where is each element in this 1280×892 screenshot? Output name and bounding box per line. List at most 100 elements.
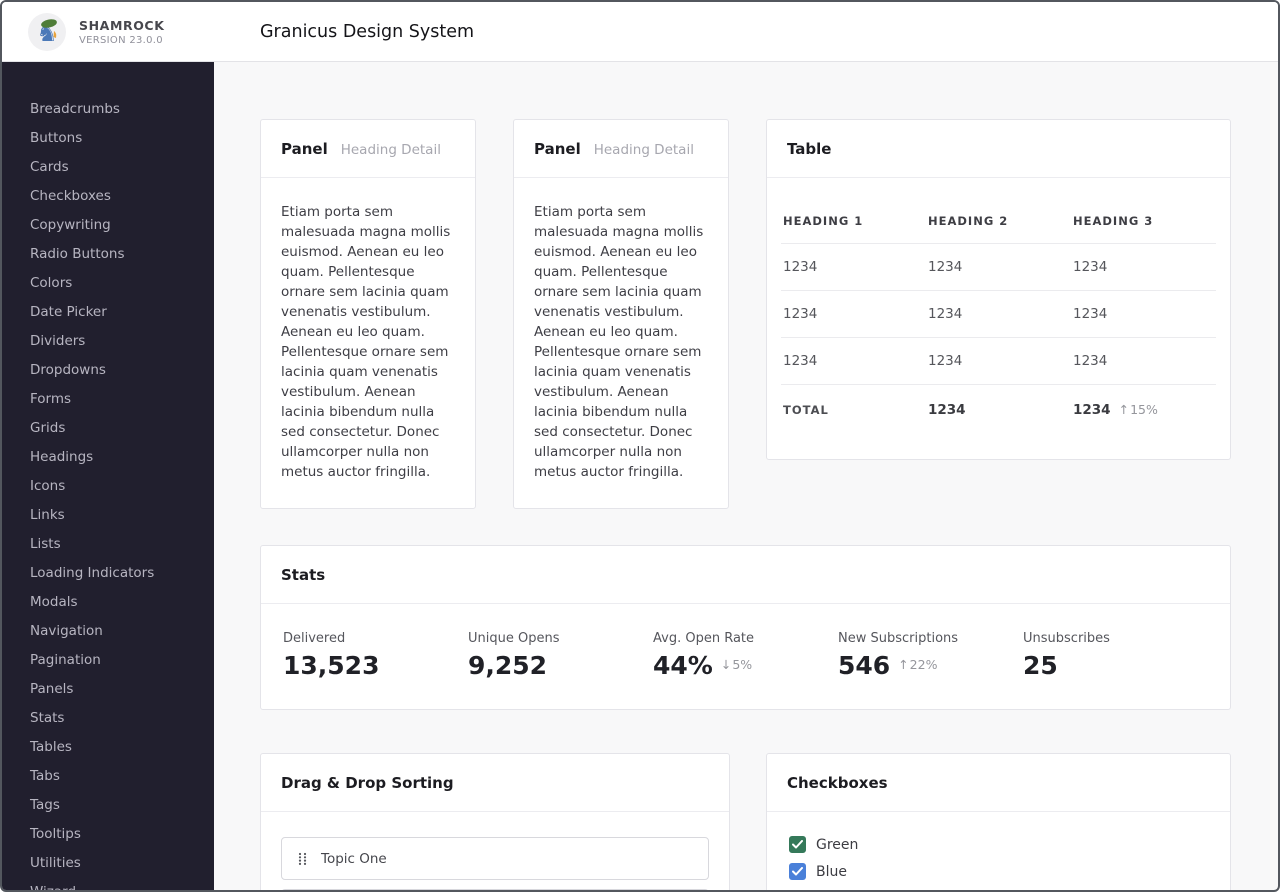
- table-total-col3: 1234: [1073, 402, 1111, 418]
- sidebar-item-modals[interactable]: Modals: [2, 588, 214, 617]
- down-arrow-icon: ↓: [720, 657, 732, 673]
- stat-avg-open-rate: Avg. Open Rate 44% ↓5%: [653, 631, 838, 678]
- checkbox-label: Blue: [816, 863, 847, 880]
- dragdrop-card: Drag & Drop Sorting Topic One: [260, 753, 730, 890]
- table-cell: 1234: [926, 337, 1071, 385]
- up-arrow-icon: ↑: [898, 657, 909, 673]
- sidebar-item-colors[interactable]: Colors: [2, 269, 214, 298]
- brand-area[interactable]: ♞ SHAMROCK VERSION 23.0.0: [2, 12, 214, 51]
- panel-2-subtitle: Heading Detail: [593, 142, 694, 158]
- checkbox-checked-icon[interactable]: [789, 863, 806, 880]
- sidebar-item-breadcrumbs[interactable]: Breadcrumbs: [2, 95, 214, 124]
- sidebar-item-buttons[interactable]: Buttons: [2, 124, 214, 153]
- panel-2-title: Panel: [534, 140, 581, 158]
- sidebar-item-lists[interactable]: Lists: [2, 530, 214, 559]
- sidebar-item-grids[interactable]: Grids: [2, 414, 214, 443]
- table-card-header: Table: [767, 120, 1230, 178]
- stat-number: 13,523: [283, 651, 380, 680]
- sidebar-item-dividers[interactable]: Dividers: [2, 327, 214, 356]
- sidebar-item-stats[interactable]: Stats: [2, 704, 214, 733]
- checkboxes-card-header: Checkboxes: [767, 754, 1230, 812]
- stat-delta: ↓5%: [721, 659, 752, 672]
- table-cell: 1234: [1071, 337, 1216, 385]
- table-row: 1234 1234 1234: [781, 337, 1216, 385]
- sidebar-item-forms[interactable]: Forms: [2, 385, 214, 414]
- sidebar-item-icons[interactable]: Icons: [2, 472, 214, 501]
- sidebar-item-checkboxes[interactable]: Checkboxes: [2, 182, 214, 211]
- app-window: ♞ SHAMROCK VERSION 23.0.0 Granicus Desig…: [0, 0, 1280, 892]
- panel-card-2: Panel Heading Detail Etiam porta sem mal…: [513, 119, 729, 509]
- sidebar-item-tables[interactable]: Tables: [2, 733, 214, 762]
- checkbox-blue[interactable]: Blue: [789, 863, 1208, 880]
- sidebar-item-dropdowns[interactable]: Dropdowns: [2, 356, 214, 385]
- table-card-title: Table: [787, 140, 832, 158]
- dragdrop-item-topic-one[interactable]: Topic One: [281, 837, 709, 880]
- sidebar-item-links[interactable]: Links: [2, 501, 214, 530]
- page-title: Granicus Design System: [260, 21, 475, 42]
- topic-label: Topic One: [321, 850, 387, 867]
- stat-value: 13,523: [283, 653, 468, 678]
- stat-delta-value: 5%: [732, 657, 753, 673]
- stat-unsubscribes: Unsubscribes 25: [1023, 631, 1208, 678]
- checkboxes-body: Green Blue Black Check: [767, 812, 1230, 890]
- panel-1-body: Etiam porta sem malesuada magna mollis e…: [281, 204, 451, 480]
- data-table: HEADING 1 HEADING 2 HEADING 3 1234 1234 …: [781, 200, 1216, 433]
- brand-text: SHAMROCK VERSION 23.0.0: [79, 18, 165, 46]
- up-arrow-icon: ↑: [1118, 402, 1130, 417]
- sidebar-item-navigation[interactable]: Navigation: [2, 617, 214, 646]
- panel-1-subtitle: Heading Detail: [340, 142, 441, 158]
- stat-value: 9,252: [468, 653, 653, 678]
- table-total-label: TOTAL: [783, 403, 829, 417]
- sidebar-item-pagination[interactable]: Pagination: [2, 646, 214, 675]
- brand-version: VERSION 23.0.0: [79, 34, 163, 46]
- table-total-delta-value: 15%: [1130, 402, 1158, 417]
- table-heading-2: HEADING 2: [926, 200, 1071, 244]
- sidebar-item-cards[interactable]: Cards: [2, 153, 214, 182]
- sidebar: Breadcrumbs Buttons Cards Checkboxes Cop…: [2, 62, 214, 890]
- stat-delta-value: 22%: [909, 657, 938, 673]
- stat-value: 546 ↑22%: [838, 653, 1023, 678]
- checkbox-label: Green: [816, 836, 859, 853]
- stat-label: New Subscriptions: [838, 631, 959, 646]
- table-wrap: HEADING 1 HEADING 2 HEADING 3 1234 1234 …: [767, 178, 1230, 459]
- main-content: Panel Heading Detail Etiam porta sem mal…: [214, 62, 1278, 890]
- table-cell: 1234: [1071, 243, 1216, 291]
- sidebar-item-loading-indicators[interactable]: Loading Indicators: [2, 559, 214, 588]
- row-panels-table: Panel Heading Detail Etiam porta sem mal…: [260, 119, 1231, 509]
- table-row: 1234 1234 1234: [781, 290, 1216, 338]
- stats-card: Stats Delivered 13,523 Unique Opens 9,25…: [260, 545, 1231, 710]
- sidebar-item-tooltips[interactable]: Tooltips: [2, 820, 214, 849]
- stat-value: 25: [1023, 653, 1208, 678]
- checkboxes-card: Checkboxes Green Blue: [766, 753, 1231, 890]
- dragdrop-item-topic-two[interactable]: Topic Two: [281, 889, 709, 890]
- sidebar-item-tabs[interactable]: Tabs: [2, 762, 214, 791]
- checkbox-green[interactable]: Green: [789, 836, 1208, 853]
- shamrock-logo-icon: ♞: [28, 12, 66, 51]
- table-cell: 1234: [926, 290, 1071, 338]
- sidebar-item-radio-buttons[interactable]: Radio Buttons: [2, 240, 214, 269]
- stat-label: Avg. Open Rate: [653, 631, 755, 646]
- sidebar-item-copywriting[interactable]: Copywriting: [2, 211, 214, 240]
- sidebar-item-tags[interactable]: Tags: [2, 791, 214, 820]
- panel-2-body: Etiam porta sem malesuada magna mollis e…: [534, 204, 704, 480]
- sidebar-item-date-picker[interactable]: Date Picker: [2, 298, 214, 327]
- sidebar-item-headings[interactable]: Headings: [2, 443, 214, 472]
- sidebar-item-panels[interactable]: Panels: [2, 675, 214, 704]
- panel-1-header: Panel Heading Detail: [261, 120, 475, 178]
- table-cell: 1234: [1071, 290, 1216, 338]
- table-heading-3: HEADING 3: [1071, 200, 1216, 244]
- stat-unique-opens: Unique Opens 9,252: [468, 631, 653, 678]
- dragdrop-card-header: Drag & Drop Sorting: [261, 754, 729, 812]
- sidebar-item-utilities[interactable]: Utilities: [2, 849, 214, 878]
- table-heading-1: HEADING 1: [781, 200, 926, 244]
- table-card: Table HEADING 1 HEADING 2 HEADING 3 1234…: [766, 119, 1231, 460]
- stat-number: 44%: [653, 651, 713, 680]
- stat-new-subscriptions: New Subscriptions 546 ↑22%: [838, 631, 1023, 678]
- drag-handle-icon[interactable]: [298, 852, 307, 866]
- stats-card-header: Stats: [261, 546, 1230, 604]
- checkbox-checked-icon[interactable]: [789, 836, 806, 853]
- stat-number: 546: [838, 651, 891, 680]
- sidebar-item-wizard[interactable]: Wizard: [2, 878, 214, 890]
- stat-label: Delivered: [283, 631, 346, 646]
- dragdrop-card-title: Drag & Drop Sorting: [281, 774, 454, 792]
